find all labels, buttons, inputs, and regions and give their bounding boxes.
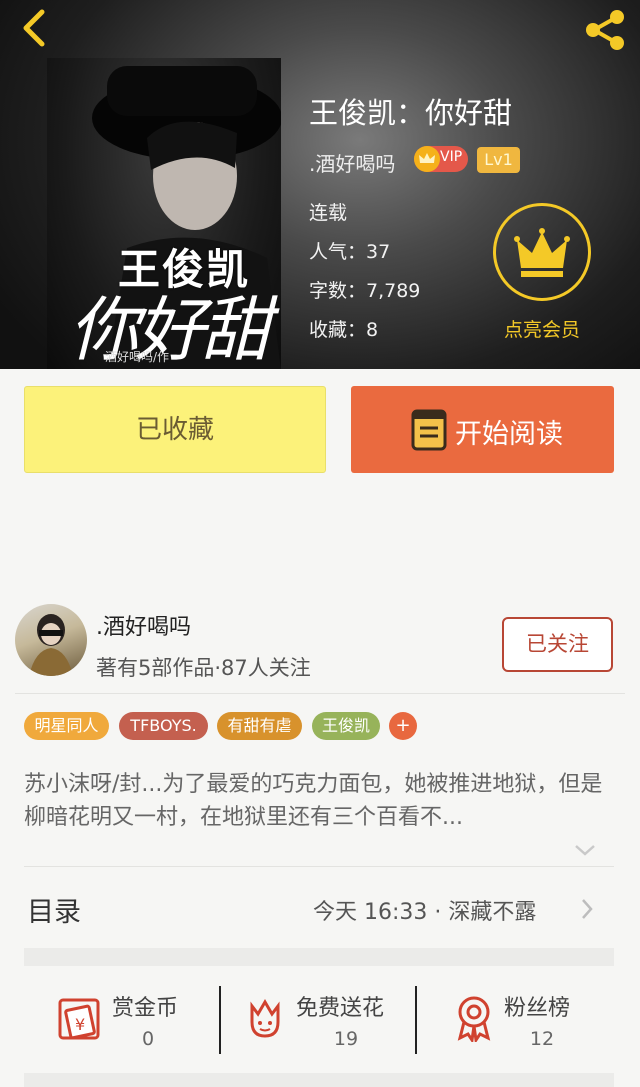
chevron-right-icon[interactable] — [578, 896, 596, 922]
vip-badge-label: VIP — [440, 149, 463, 165]
flower-value: 19 — [333, 1028, 359, 1050]
favorited-button[interactable]: 已收藏 — [24, 386, 326, 473]
divider — [15, 693, 625, 694]
section-gap — [24, 1073, 614, 1087]
flower-icon — [250, 999, 280, 1038]
member-button[interactable] — [493, 203, 591, 301]
cover-byline: 酒好喝吗/作 — [105, 350, 170, 364]
reward-value: 0 — [141, 1028, 155, 1050]
follow-button[interactable]: 已关注 — [502, 617, 613, 672]
section-gap — [24, 948, 614, 966]
tag-item[interactable]: 有甜有虐 — [217, 712, 302, 740]
book-author[interactable]: .酒好喝吗 — [309, 148, 395, 177]
divider — [24, 866, 614, 867]
author-name[interactable]: .酒好喝吗 — [96, 609, 191, 641]
book-title: 王俊凯：你好甜 — [309, 96, 513, 130]
share-icon[interactable] — [580, 6, 630, 54]
serial-status: 连载 — [309, 202, 348, 224]
tag-item[interactable]: TFBOYS. — [119, 712, 208, 740]
start-reading-label[interactable]: 开始阅读 — [455, 412, 563, 451]
vip-crown-icon — [414, 146, 440, 172]
svg-text:¥: ¥ — [75, 1015, 85, 1034]
back-icon[interactable] — [14, 6, 54, 50]
popularity-count: 人气：37 — [309, 241, 391, 263]
tag-item[interactable]: 王俊凯 — [312, 712, 380, 740]
favorites-count: 收藏：8 — [309, 319, 379, 341]
divider — [415, 986, 417, 1054]
reward-label[interactable]: 赏金币 — [112, 990, 178, 1022]
author-meta: 著有5部作品·87人关注 — [96, 656, 311, 680]
flower-label[interactable]: 免费送花 — [296, 990, 384, 1022]
red-envelope-icon: ¥ — [58, 998, 100, 1040]
toc-label[interactable]: 目录 — [27, 890, 81, 929]
crown-icon — [514, 228, 570, 277]
word-count: 字数：7,789 — [309, 280, 421, 302]
level-badge: Lv1 — [477, 147, 520, 173]
book-icon — [411, 409, 447, 451]
book-header: 王俊凯 你好甜 酒好喝吗/作 王俊凯：你好甜 .酒好喝吗 VIP Lv1 连载 … — [0, 0, 640, 369]
member-label[interactable]: 点亮会员 — [493, 315, 591, 342]
avatar[interactable] — [15, 604, 87, 676]
book-cover[interactable]: 王俊凯 你好甜 酒好喝吗/作 — [47, 58, 281, 369]
fans-label[interactable]: 粉丝榜 — [504, 990, 570, 1022]
divider — [219, 986, 221, 1054]
tag-item[interactable]: 明星同人 — [24, 712, 109, 740]
chevron-down-icon[interactable] — [572, 840, 598, 860]
add-tag-button[interactable]: + — [389, 712, 417, 740]
book-description[interactable]: 苏小沫呀/封...为了最爱的巧克力面包，她被推进地狱，但是柳暗花明又一村，在地狱… — [24, 768, 616, 834]
ribbon-medal-icon — [457, 996, 491, 1042]
toc-latest-update[interactable]: 今天 16:33 · 深藏不露 — [313, 894, 536, 926]
fans-value: 12 — [529, 1028, 555, 1050]
